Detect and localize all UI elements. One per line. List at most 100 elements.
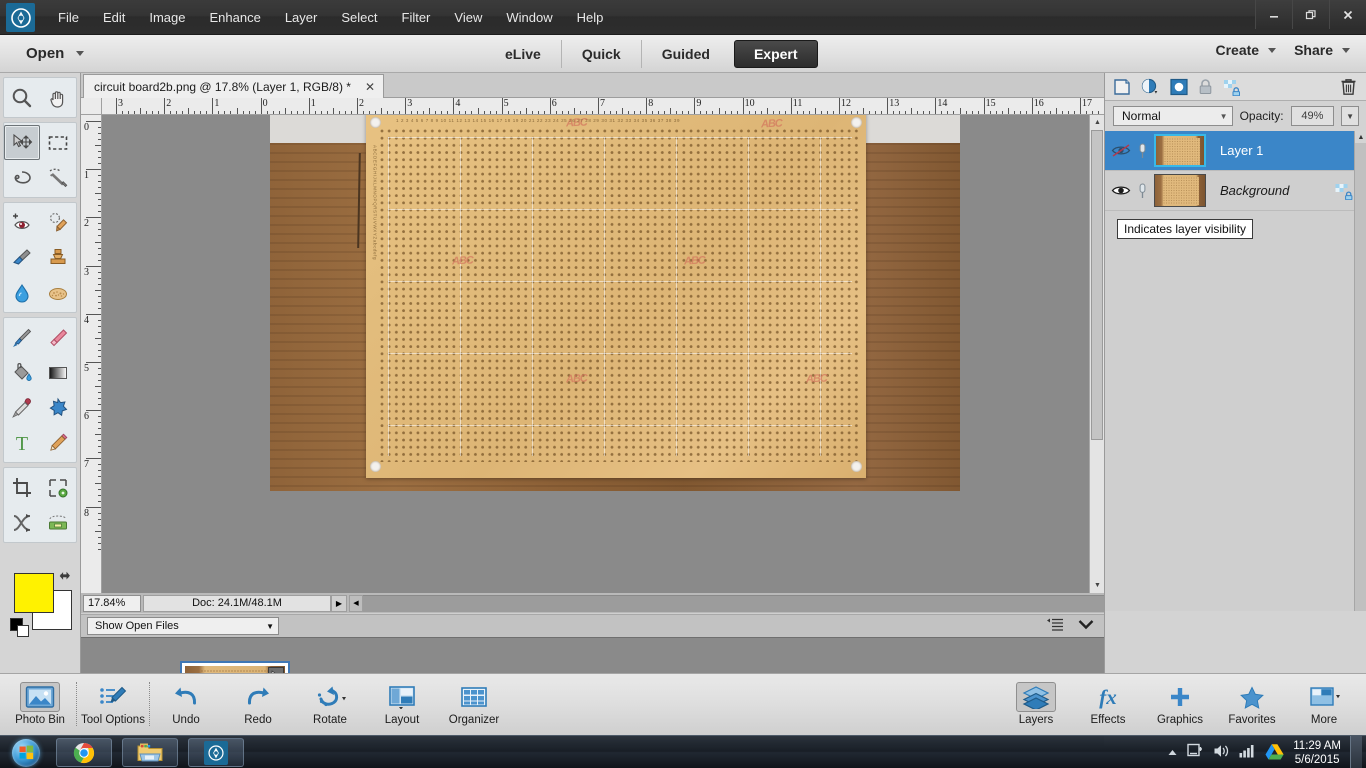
layer-link-icon[interactable]	[1135, 142, 1150, 159]
type-tool[interactable]: T	[4, 425, 40, 460]
quick-selection-tool[interactable]	[40, 160, 76, 195]
custom-shape-tool[interactable]	[40, 390, 76, 425]
create-button[interactable]: Create	[1215, 42, 1277, 58]
spot-healing-brush-tool[interactable]	[40, 205, 76, 240]
recompose-tool[interactable]	[40, 470, 76, 505]
photo-bin-button[interactable]: Photo Bin	[4, 678, 76, 726]
zoom-tool[interactable]	[4, 80, 40, 115]
layer-thumbnail[interactable]	[1154, 134, 1206, 167]
status-menu-arrow-icon[interactable]: ▶	[331, 594, 347, 612]
minimize-button[interactable]	[1255, 0, 1292, 29]
brush-tool[interactable]	[4, 320, 40, 355]
move-tool[interactable]	[4, 125, 40, 160]
layer-name[interactable]: Background	[1220, 183, 1289, 198]
opacity-slider-dropdown[interactable]: ▼	[1341, 106, 1359, 126]
ruler-corner[interactable]	[81, 98, 102, 115]
canvas[interactable]: ABC ABC ABC ABC ABC ABC ABCDEFGHIJKLMNOP…	[102, 115, 1104, 593]
layer-row-layer-1[interactable]: Layer 1	[1105, 131, 1366, 171]
tab-expert[interactable]: Expert	[733, 40, 818, 68]
straighten-tool[interactable]	[40, 505, 76, 540]
menu-enhance[interactable]: Enhance	[200, 6, 271, 29]
signal-bars-icon[interactable]	[1239, 744, 1256, 761]
menu-select[interactable]: Select	[331, 6, 387, 29]
red-eye-removal-tool[interactable]	[4, 205, 40, 240]
menu-bar[interactable]: File Edit Image Enhance Layer Select Fil…	[46, 0, 615, 35]
document-tab[interactable]: circuit board2b.png @ 17.8% (Layer 1, RG…	[83, 74, 385, 98]
scroll-up-icon[interactable]: ▲	[1090, 115, 1105, 130]
layer-thumbnail[interactable]	[1154, 174, 1206, 207]
foreground-color-swatch[interactable]	[14, 573, 54, 613]
volume-icon[interactable]	[1213, 743, 1230, 762]
gradient-tool[interactable]	[40, 355, 76, 390]
show-hidden-icons-arrow-icon[interactable]	[1167, 746, 1178, 760]
close-icon[interactable]: ✕	[365, 80, 375, 94]
layer-row-background[interactable]: Background	[1105, 171, 1366, 211]
delete-layer-icon[interactable]	[1340, 77, 1357, 97]
layer-visibility-toggle-visible-icon[interactable]	[1111, 183, 1131, 198]
chevron-down-icon[interactable]	[1268, 47, 1277, 53]
open-button[interactable]: Open	[18, 42, 92, 65]
menu-help[interactable]: Help	[567, 6, 614, 29]
google-drive-icon[interactable]	[1265, 743, 1284, 763]
horizontal-ruler[interactable]: 3210123456789101112131415161718	[102, 98, 1104, 115]
scrollbar-thumb[interactable]	[1091, 130, 1103, 440]
clone-stamp-tool[interactable]	[40, 240, 76, 275]
sponge-tool[interactable]	[40, 275, 76, 310]
graphics-panel-button[interactable]: Graphics	[1144, 678, 1216, 726]
hand-tool[interactable]	[40, 80, 76, 115]
menu-filter[interactable]: Filter	[392, 6, 441, 29]
lock-icon[interactable]	[1198, 77, 1213, 97]
favorites-panel-button[interactable]: Favorites	[1216, 678, 1288, 726]
scroll-up-icon[interactable]: ▲	[1355, 131, 1366, 143]
blur-tool[interactable]	[4, 275, 40, 310]
layer-visibility-toggle-hidden-icon[interactable]	[1111, 143, 1131, 158]
windows-start-button[interactable]	[2, 737, 50, 768]
redo-button[interactable]: Redo	[222, 678, 294, 726]
layers-panel-button[interactable]: Layers	[1000, 678, 1072, 726]
vertical-ruler[interactable]: 0 1 2 3 4 5 6 7 8	[81, 115, 102, 593]
collapse-bin-chevron-icon[interactable]	[1078, 619, 1094, 633]
rotate-button[interactable]: Rotate	[294, 678, 366, 726]
chevron-down-icon[interactable]: ▼	[1220, 112, 1228, 121]
organizer-button[interactable]: Organizer	[438, 678, 510, 726]
menu-layer[interactable]: Layer	[275, 6, 328, 29]
layer-link-icon[interactable]	[1135, 182, 1150, 199]
layout-button[interactable]: Layout	[366, 678, 438, 726]
adjustment-layer-icon[interactable]	[1141, 77, 1160, 97]
eraser-tool[interactable]	[40, 320, 76, 355]
chevron-down-icon[interactable]	[1342, 47, 1350, 53]
canvas-vertical-scrollbar[interactable]: ▲ ▼	[1089, 115, 1105, 593]
chevron-down-icon[interactable]: ▼	[266, 622, 274, 631]
more-panel-button[interactable]: More	[1288, 678, 1360, 726]
lasso-tool[interactable]	[4, 160, 40, 195]
swap-colors-icon[interactable]	[58, 569, 74, 588]
menu-window[interactable]: Window	[496, 6, 562, 29]
tab-elive[interactable]: eLive	[485, 40, 561, 68]
effects-panel-button[interactable]: fx Effects	[1072, 678, 1144, 726]
show-desktop-button[interactable]	[1350, 736, 1362, 768]
menu-edit[interactable]: Edit	[93, 6, 135, 29]
document-image[interactable]: ABC ABC ABC ABC ABC ABC ABCDEFGHIJKLMNOP…	[270, 115, 960, 491]
tab-quick[interactable]: Quick	[560, 40, 641, 68]
zoom-level-field[interactable]: 17.84%	[83, 594, 141, 612]
close-button[interactable]	[1329, 0, 1366, 29]
chevron-down-icon[interactable]	[76, 51, 85, 56]
show-open-files-select[interactable]: Show Open Files ▼	[87, 617, 279, 635]
crop-tool[interactable]	[4, 470, 40, 505]
menu-file[interactable]: File	[48, 6, 89, 29]
layers-panel-scrollbar[interactable]: ▲	[1354, 131, 1366, 611]
smart-brush-tool[interactable]	[4, 240, 40, 275]
layer-mask-icon[interactable]	[1170, 77, 1188, 97]
network-plug-icon[interactable]	[1187, 743, 1204, 762]
share-button[interactable]: Share	[1294, 42, 1350, 58]
menu-image[interactable]: Image	[139, 6, 195, 29]
default-colors-icon[interactable]	[10, 618, 29, 637]
new-layer-icon[interactable]	[1113, 77, 1131, 97]
windows-explorer-taskbar-button[interactable]	[122, 738, 178, 767]
eyedropper-tool[interactable]	[4, 390, 40, 425]
content-aware-move-tool[interactable]	[4, 505, 40, 540]
restore-button[interactable]	[1292, 0, 1329, 29]
bin-menu-icon[interactable]	[1047, 618, 1064, 634]
scroll-left-icon[interactable]: ◀	[349, 594, 363, 612]
paint-bucket-tool[interactable]	[4, 355, 40, 390]
